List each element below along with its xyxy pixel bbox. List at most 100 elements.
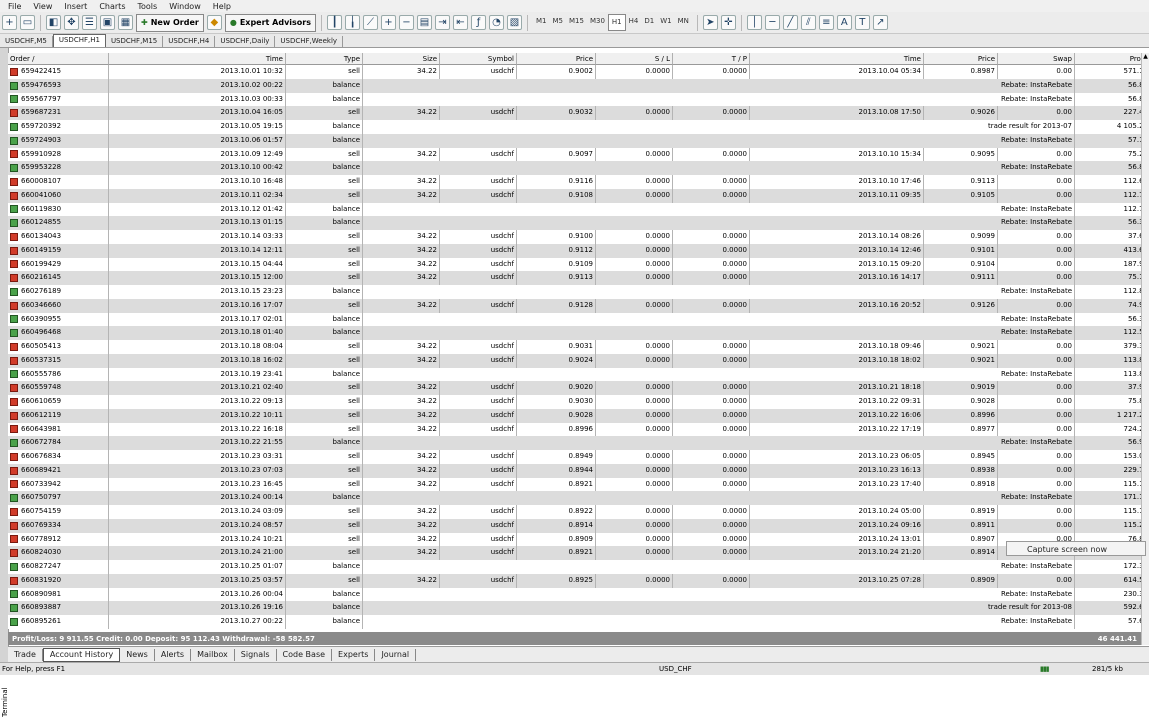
fibonacci-icon[interactable]: ≡ [818, 15, 834, 30]
chart-tab[interactable]: USDCHF,Weekly [275, 36, 344, 47]
table-row-order[interactable]: 660612119 [8, 408, 109, 423]
crosshair-icon[interactable]: ✛ [720, 15, 736, 30]
new-chart-icon[interactable]: + [2, 15, 17, 30]
table-row-order[interactable]: 660537315 [8, 353, 109, 368]
data-window-icon[interactable]: ✥ [64, 15, 79, 30]
timeframe-w1[interactable]: W1 [657, 14, 674, 29]
terminal-tab-trade[interactable]: Trade [8, 648, 43, 661]
timeframe-h4[interactable]: H4 [626, 14, 642, 29]
line-chart-icon[interactable]: ⟋ [363, 15, 378, 30]
menu-help[interactable]: Help [213, 2, 231, 11]
terminal-icon[interactable]: ▣ [100, 15, 115, 30]
templates-icon[interactable]: ▧ [507, 15, 522, 30]
chart-tab[interactable]: USDCHF,M5 [0, 36, 53, 47]
table-row-order[interactable]: 659720392 [8, 120, 109, 134]
menu-window[interactable]: Window [169, 2, 201, 11]
table-row-order[interactable]: 660643981 [8, 422, 109, 437]
terminal-tab-experts[interactable]: Experts [332, 648, 376, 661]
column-header-swap[interactable]: Swap [998, 53, 1075, 65]
column-header-type[interactable]: Type [286, 53, 363, 65]
table-scrollbar[interactable]: ▲ [1141, 53, 1149, 645]
table-row-order[interactable]: 660750797 [8, 491, 109, 505]
table-row-order[interactable]: 660346660 [8, 298, 109, 313]
table-row-order[interactable]: 659953228 [8, 161, 109, 175]
table-row-order[interactable]: 660008107 [8, 175, 109, 189]
table-row-order[interactable]: 660134043 [8, 230, 109, 244]
scroll-up-arrow[interactable]: ▲ [1142, 53, 1149, 60]
menu-file[interactable]: File [8, 2, 21, 11]
table-row-order[interactable]: 660890981 [8, 587, 109, 602]
timeframe-m15[interactable]: M15 [566, 14, 587, 29]
table-row-order[interactable]: 660041060 [8, 188, 109, 203]
metaeditor-icon[interactable]: ◆ [206, 15, 222, 30]
text-label-icon[interactable]: T [854, 15, 870, 30]
arrows-icon[interactable]: ↗ [872, 15, 888, 30]
table-row-order[interactable]: 659476593 [8, 78, 109, 93]
trendline-icon[interactable]: ╱ [782, 15, 798, 30]
timeframe-m30[interactable]: M30 [587, 14, 608, 29]
timeframe-mn[interactable]: MN [675, 14, 692, 29]
chart-tab[interactable]: USDCHF,M15 [106, 36, 164, 47]
timeframe-h1[interactable]: H1 [607, 14, 626, 31]
table-row-order[interactable]: 659687231 [8, 106, 109, 120]
table-row-order[interactable]: 660555786 [8, 367, 109, 382]
periods-icon[interactable]: ◔ [489, 15, 504, 30]
zoom-in-icon[interactable]: + [381, 15, 396, 30]
table-row-order[interactable]: 660831920 [8, 573, 109, 588]
column-header-tp[interactable]: T / P [673, 53, 750, 65]
table-row-order[interactable]: 660505413 [8, 340, 109, 354]
chart-tab[interactable]: USDCHF,H4 [163, 36, 216, 47]
chart-tab[interactable]: USDCHF,Daily [215, 36, 276, 47]
table-row-order[interactable]: 660119830 [8, 202, 109, 217]
cursor-icon[interactable]: ➤ [702, 15, 718, 30]
menu-charts[interactable]: Charts [99, 2, 125, 11]
horizontal-line-icon[interactable]: ─ [764, 15, 780, 30]
menu-insert[interactable]: Insert [64, 2, 87, 11]
bar-chart-icon[interactable]: ┃ [327, 15, 342, 30]
column-header-time[interactable]: Time [109, 53, 286, 65]
column-header-close-price[interactable]: Price [924, 53, 998, 65]
equidistant-channel-icon[interactable]: ⫽ [800, 15, 816, 30]
capture-screen-tooltip[interactable]: Capture screen now [1006, 541, 1146, 556]
timeframe-d1[interactable]: D1 [641, 14, 657, 29]
table-row-order[interactable]: 659910928 [8, 147, 109, 162]
text-icon[interactable]: A [836, 15, 852, 30]
column-header-size[interactable]: Size [363, 53, 440, 65]
menu-tools[interactable]: Tools [137, 2, 157, 11]
table-row-order[interactable]: 660216145 [8, 271, 109, 285]
table-row-order[interactable]: 660824030 [8, 546, 109, 560]
chart-tab[interactable]: USDCHF,H1 [52, 34, 106, 47]
terminal-tab-code-base[interactable]: Code Base [277, 648, 333, 661]
table-row-order[interactable]: 660754159 [8, 505, 109, 519]
terminal-tab-mailbox[interactable]: Mailbox [191, 648, 235, 661]
navigator-icon[interactable]: ☰ [82, 15, 97, 30]
timeframe-m5[interactable]: M5 [550, 14, 567, 29]
column-header-profit[interactable]: Profit [1075, 53, 1149, 65]
indicators-icon[interactable]: ƒ [471, 15, 486, 30]
column-header-order[interactable]: Order / [8, 53, 109, 65]
table-row-order[interactable]: 660895261 [8, 615, 109, 629]
vertical-line-icon[interactable]: │ [746, 15, 762, 30]
expert-advisors-button[interactable]: ● Expert Advisors [224, 13, 316, 32]
terminal-tab-journal[interactable]: Journal [375, 648, 417, 661]
candlestick-icon[interactable]: ╽ [345, 15, 360, 30]
menu-view[interactable]: View [33, 2, 52, 11]
new-order-button[interactable]: ✚ New Order [136, 13, 204, 32]
strategy-tester-icon[interactable]: ▦ [118, 15, 133, 30]
table-row-order[interactable]: 660893887 [8, 601, 109, 615]
table-row-order[interactable]: 660827247 [8, 560, 109, 574]
table-row-order[interactable]: 660559748 [8, 381, 109, 395]
profiles-icon[interactable]: ▭ [20, 15, 35, 30]
column-header-close-time[interactable]: Time [750, 53, 924, 65]
table-row-order[interactable]: 660689421 [8, 463, 109, 478]
table-row-order[interactable]: 660124855 [8, 216, 109, 230]
column-header-price[interactable]: Price [517, 53, 596, 65]
table-row-order[interactable]: 660676834 [8, 450, 109, 464]
market-watch-icon[interactable]: ◧ [46, 15, 61, 30]
table-row-order[interactable]: 659724903 [8, 133, 109, 148]
table-row-order[interactable]: 660390955 [8, 312, 109, 327]
table-row-order[interactable]: 660672784 [8, 436, 109, 450]
terminal-tab-alerts[interactable]: Alerts [155, 648, 192, 661]
terminal-tab-news[interactable]: News [120, 648, 155, 661]
column-header-symbol[interactable]: Symbol [440, 53, 517, 65]
